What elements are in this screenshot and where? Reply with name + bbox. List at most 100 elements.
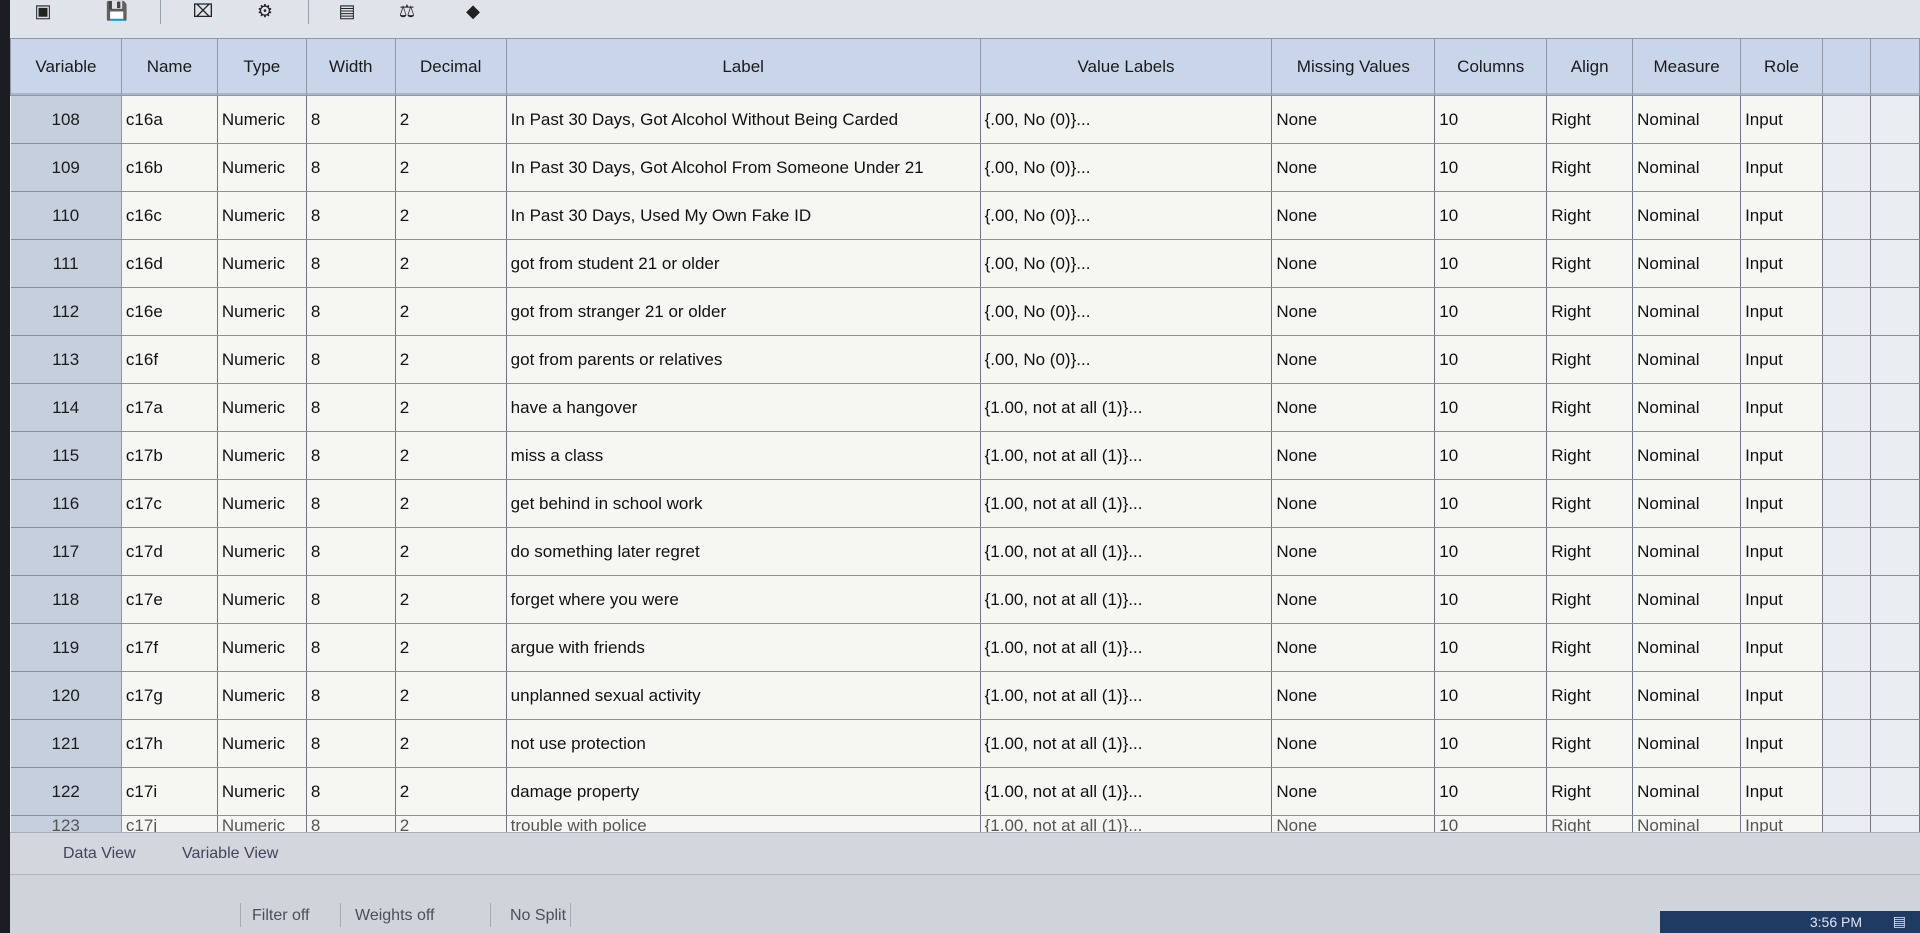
header-align[interactable]: Align [1546, 38, 1634, 96]
cell-label[interactable]: argue with friends [506, 623, 981, 672]
cell-missing[interactable]: None [1271, 287, 1436, 336]
cell-columns[interactable]: 10 [1434, 815, 1548, 832]
row-number[interactable]: 119 [10, 623, 122, 672]
cell-type[interactable]: Numeric [217, 143, 307, 192]
cell-decimals[interactable]: 2 [395, 479, 507, 528]
cell-empty[interactable] [1822, 191, 1871, 240]
cell-label[interactable]: In Past 30 Days, Got Alcohol Without Bei… [506, 95, 981, 144]
header-value-labels[interactable]: Value Labels [979, 38, 1273, 96]
cell-align[interactable]: Right [1546, 239, 1634, 288]
split-file-icon[interactable]: ▤ [332, 2, 362, 20]
cell-name[interactable]: c16a [121, 95, 218, 144]
cell-empty[interactable] [1870, 335, 1920, 384]
cell-align[interactable]: Right [1546, 143, 1634, 192]
delete-variable-icon[interactable]: ⌧ [188, 2, 218, 20]
cell-missing[interactable]: None [1271, 239, 1436, 288]
row-number[interactable]: 115 [10, 431, 122, 480]
cell-value-labels[interactable]: {1.00, not at all (1)}... [980, 767, 1273, 816]
cell-align[interactable]: Right [1546, 335, 1634, 384]
cell-role[interactable]: Input [1740, 191, 1823, 240]
cell-role[interactable]: Input [1740, 239, 1823, 288]
cell-align[interactable]: Right [1546, 767, 1634, 816]
cell-name[interactable]: c17j [121, 815, 218, 832]
cell-empty[interactable] [1822, 287, 1871, 336]
cell-empty[interactable] [1822, 95, 1871, 144]
cell-missing[interactable]: None [1271, 815, 1436, 832]
cell-align[interactable]: Right [1546, 527, 1634, 576]
cell-measure[interactable]: Nominal [1632, 527, 1742, 576]
cell-type[interactable]: Numeric [217, 575, 307, 624]
cell-missing[interactable]: None [1271, 575, 1436, 624]
cell-width[interactable]: 8 [306, 575, 396, 624]
cell-measure[interactable]: Nominal [1632, 431, 1742, 480]
cell-missing[interactable]: None [1271, 479, 1436, 528]
cell-type[interactable]: Numeric [217, 335, 307, 384]
cell-type[interactable]: Numeric [217, 431, 307, 480]
row-number[interactable]: 111 [10, 239, 122, 288]
cell-role[interactable]: Input [1740, 719, 1823, 768]
row-number[interactable]: 117 [10, 527, 122, 576]
cell-label[interactable]: unplanned sexual activity [506, 671, 981, 720]
cell-columns[interactable]: 10 [1434, 527, 1548, 576]
cell-decimals[interactable]: 2 [395, 431, 507, 480]
cell-label[interactable]: trouble with police [506, 815, 981, 832]
cell-width[interactable]: 8 [306, 815, 396, 832]
header-type[interactable]: Type [216, 38, 307, 96]
header-empty[interactable] [1869, 38, 1920, 96]
cell-role[interactable]: Input [1740, 815, 1823, 832]
cell-decimals[interactable]: 2 [395, 767, 507, 816]
header-role[interactable]: Role [1740, 38, 1823, 96]
cell-measure[interactable]: Nominal [1632, 719, 1742, 768]
cell-value-labels[interactable]: {.00, No (0)}... [980, 287, 1273, 336]
cell-role[interactable]: Input [1740, 287, 1823, 336]
cell-value-labels[interactable]: {1.00, not at all (1)}... [980, 383, 1273, 432]
cell-role[interactable]: Input [1740, 767, 1823, 816]
header-missing-values[interactable]: Missing Values [1271, 38, 1436, 96]
cell-columns[interactable]: 10 [1434, 287, 1548, 336]
tab-data-view[interactable]: Data View [63, 845, 136, 863]
cell-value-labels[interactable]: {.00, No (0)}... [980, 95, 1273, 144]
value-labels-icon[interactable]: ◆ [458, 2, 488, 20]
cell-columns[interactable]: 10 [1434, 239, 1548, 288]
header-name[interactable]: Name [120, 38, 218, 96]
cell-decimals[interactable]: 2 [395, 527, 507, 576]
cell-empty[interactable] [1822, 479, 1871, 528]
row-number[interactable]: 113 [10, 335, 122, 384]
cell-name[interactable]: c17g [121, 671, 218, 720]
cell-missing[interactable]: None [1271, 95, 1436, 144]
cell-measure[interactable]: Nominal [1632, 287, 1742, 336]
cell-empty[interactable] [1822, 383, 1871, 432]
cell-name[interactable]: c17c [121, 479, 218, 528]
cell-value-labels[interactable]: {1.00, not at all (1)}... [980, 623, 1273, 672]
row-number[interactable]: 110 [10, 191, 122, 240]
cell-type[interactable]: Numeric [217, 815, 307, 832]
cell-empty[interactable] [1822, 143, 1871, 192]
cell-role[interactable]: Input [1740, 95, 1823, 144]
cell-empty[interactable] [1822, 527, 1871, 576]
cell-decimals[interactable]: 2 [395, 623, 507, 672]
cell-width[interactable]: 8 [306, 671, 396, 720]
cell-missing[interactable]: None [1271, 431, 1436, 480]
save-icon[interactable]: 💾 [102, 2, 132, 20]
cell-value-labels[interactable]: {.00, No (0)}... [980, 191, 1273, 240]
cell-name[interactable]: c17e [121, 575, 218, 624]
cell-missing[interactable]: None [1271, 623, 1436, 672]
cell-align[interactable]: Right [1546, 383, 1634, 432]
cell-value-labels[interactable]: {.00, No (0)}... [980, 335, 1273, 384]
cell-name[interactable]: c16e [121, 287, 218, 336]
cell-width[interactable]: 8 [306, 95, 396, 144]
cell-columns[interactable]: 10 [1434, 719, 1548, 768]
cell-empty[interactable] [1870, 95, 1920, 144]
cell-type[interactable]: Numeric [217, 191, 307, 240]
cell-empty[interactable] [1822, 623, 1871, 672]
cell-width[interactable]: 8 [306, 479, 396, 528]
row-number[interactable]: 120 [10, 671, 122, 720]
cell-role[interactable]: Input [1740, 383, 1823, 432]
cell-empty[interactable] [1870, 527, 1920, 576]
cell-width[interactable]: 8 [306, 239, 396, 288]
cell-align[interactable]: Right [1546, 287, 1634, 336]
cell-empty[interactable] [1870, 767, 1920, 816]
cell-decimals[interactable]: 2 [395, 575, 507, 624]
cell-align[interactable]: Right [1546, 623, 1634, 672]
cell-label[interactable]: do something later regret [506, 527, 981, 576]
